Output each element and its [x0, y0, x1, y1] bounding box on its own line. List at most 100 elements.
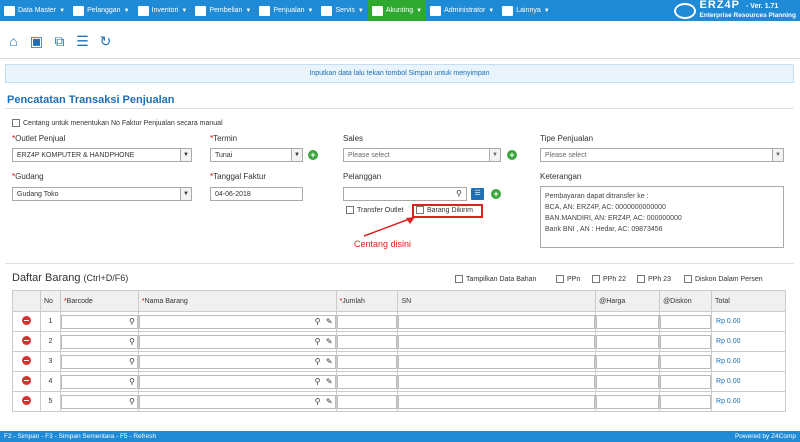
nama-barang-input[interactable]: ⚲ ✎ [138, 314, 336, 329]
manual-invoice-option[interactable]: Centang untuk menentukan No Faktur Penju… [12, 119, 223, 127]
ledger-icon [371, 5, 383, 16]
delete-row-icon[interactable] [21, 396, 31, 405]
harga-input[interactable] [596, 314, 660, 329]
keterangan-textarea[interactable]: Pembayaran dapat ditransfer ke : BCA, AN… [540, 186, 784, 248]
nama-barang-input[interactable]: ⚲ ✎ [138, 354, 336, 369]
option-ppn[interactable]: PPn [556, 275, 580, 283]
search-icon[interactable]: ⚲ [315, 337, 321, 346]
nav-akunting[interactable]: Akunting ▼ [367, 0, 427, 21]
pelanggan-input[interactable] [343, 187, 467, 201]
option-pph23[interactable]: PPh 23 [637, 275, 671, 283]
option-pph22[interactable]: PPh 22 [592, 275, 626, 283]
tipe-penjualan-select[interactable]: Please select ▼ [540, 148, 784, 162]
search-icon[interactable]: ⚲ [129, 337, 135, 346]
edit-icon[interactable]: ✎ [326, 377, 333, 386]
jumlah-input[interactable] [336, 314, 398, 329]
nama-barang-input[interactable]: ⚲ ✎ [138, 394, 336, 409]
barcode-input[interactable]: ⚲ [60, 394, 138, 409]
items-table: No *Barcode *Nama Barang *Jumlah SN @Har… [12, 290, 786, 412]
delete-row-icon[interactable] [21, 316, 31, 325]
info-notice: Inputkan data lalu tekan tombol Simpan u… [5, 64, 794, 83]
transfer-outlet-checkbox[interactable] [346, 206, 354, 214]
sales-select[interactable]: Please select ▼ [343, 148, 501, 162]
barcode-input[interactable]: ⚲ [60, 354, 138, 369]
list-button[interactable]: ☰ [71, 31, 94, 51]
termin-select[interactable]: Tunai ▼ [210, 148, 303, 162]
checkbox[interactable] [684, 275, 692, 283]
search-icon[interactable]: ⚲ [315, 377, 321, 386]
nav-penjualan[interactable]: Penjualan ▼ [255, 0, 317, 21]
sn-input[interactable] [398, 354, 596, 369]
add-sales-button[interactable]: + [507, 150, 517, 160]
checkbox[interactable] [556, 275, 564, 283]
delete-row-icon[interactable] [21, 336, 31, 345]
nav-pelanggan[interactable]: Pelanggan ▼ [69, 0, 133, 21]
gudang-select[interactable]: Gudang Toko ▼ [12, 187, 192, 201]
search-icon[interactable]: ⚲ [456, 189, 462, 198]
nav-inventori[interactable]: Inventori ▼ [134, 0, 192, 21]
barcode-input[interactable]: ⚲ [60, 374, 138, 389]
home-button[interactable]: ⌂ [2, 31, 25, 51]
search-icon[interactable]: ⚲ [129, 317, 135, 326]
nama-barang-input[interactable]: ⚲ ✎ [138, 374, 336, 389]
jumlah-input[interactable] [336, 354, 398, 369]
harga-input[interactable] [596, 354, 660, 369]
nav-lainnya[interactable]: Lainnya ▼ [498, 0, 553, 21]
edit-icon[interactable]: ✎ [326, 357, 333, 366]
tanggal-faktur-input[interactable]: 04-06-2018 [210, 187, 303, 201]
search-icon[interactable]: ⚲ [129, 357, 135, 366]
sn-input[interactable] [398, 334, 596, 349]
nav-data-master[interactable]: Data Master ▼ [0, 0, 69, 21]
search-icon[interactable]: ⚲ [129, 377, 135, 386]
search-icon[interactable]: ⚲ [315, 357, 321, 366]
harga-input[interactable] [596, 374, 660, 389]
sn-input[interactable] [398, 394, 596, 409]
diskon-input[interactable] [660, 354, 712, 369]
nav-servis[interactable]: Servis ▼ [317, 0, 367, 21]
diskon-input[interactable] [660, 334, 712, 349]
refresh-button[interactable]: ↻ [94, 31, 117, 51]
table-row: 3 ⚲ ⚲ ✎ Rp 0.00 [12, 351, 786, 372]
edit-icon[interactable]: ✎ [326, 397, 333, 406]
sn-input[interactable] [398, 374, 596, 389]
diskon-input[interactable] [660, 314, 712, 329]
search-icon[interactable]: ⚲ [315, 397, 321, 406]
title-divider [5, 108, 794, 109]
search-icon[interactable]: ⚲ [129, 397, 135, 406]
row-no: 4 [39, 371, 61, 392]
delete-row-icon[interactable] [21, 376, 31, 385]
col-harga: @Harga [595, 290, 661, 312]
diskon-input[interactable] [660, 374, 712, 389]
customer-list-button[interactable]: ☰ [471, 188, 484, 200]
outlet-select[interactable]: ERZ4P KOMPUTER & HANDPHONE ▼ [12, 148, 192, 162]
diskon-input[interactable] [660, 394, 712, 409]
search-icon[interactable]: ⚲ [315, 317, 321, 326]
nama-barang-input[interactable]: ⚲ ✎ [138, 334, 336, 349]
chevron-down-icon: ▼ [543, 7, 550, 14]
edit-icon[interactable]: ✎ [326, 317, 333, 326]
sn-input[interactable] [398, 314, 596, 329]
edit-icon[interactable]: ✎ [326, 337, 333, 346]
jumlah-input[interactable] [336, 394, 398, 409]
delete-row-icon[interactable] [21, 356, 31, 365]
save-draft-button[interactable]: ⧉ [48, 31, 71, 51]
harga-input[interactable] [596, 334, 660, 349]
harga-input[interactable] [596, 394, 660, 409]
option-diskon-persen[interactable]: Diskon Dalam Persen [684, 275, 763, 283]
jumlah-input[interactable] [336, 334, 398, 349]
checkbox[interactable] [592, 275, 600, 283]
save-button[interactable]: ▣ [25, 31, 48, 51]
barcode-input[interactable]: ⚲ [60, 314, 138, 329]
add-termin-button[interactable]: + [308, 150, 318, 160]
box-icon [137, 5, 149, 16]
barcode-input[interactable]: ⚲ [60, 334, 138, 349]
add-customer-button[interactable]: + [491, 189, 501, 199]
checkbox[interactable] [455, 275, 463, 283]
checkbox[interactable] [637, 275, 645, 283]
chevron-down-icon: ▼ [291, 149, 302, 161]
nav-administrator[interactable]: Administrator ▼ [426, 0, 498, 21]
manual-invoice-checkbox[interactable] [12, 119, 20, 127]
jumlah-input[interactable] [336, 374, 398, 389]
nav-pembelian[interactable]: Pembelian ▼ [191, 0, 255, 21]
option-tampilkan-bahan[interactable]: Tampilkan Data Bahan [455, 275, 536, 283]
